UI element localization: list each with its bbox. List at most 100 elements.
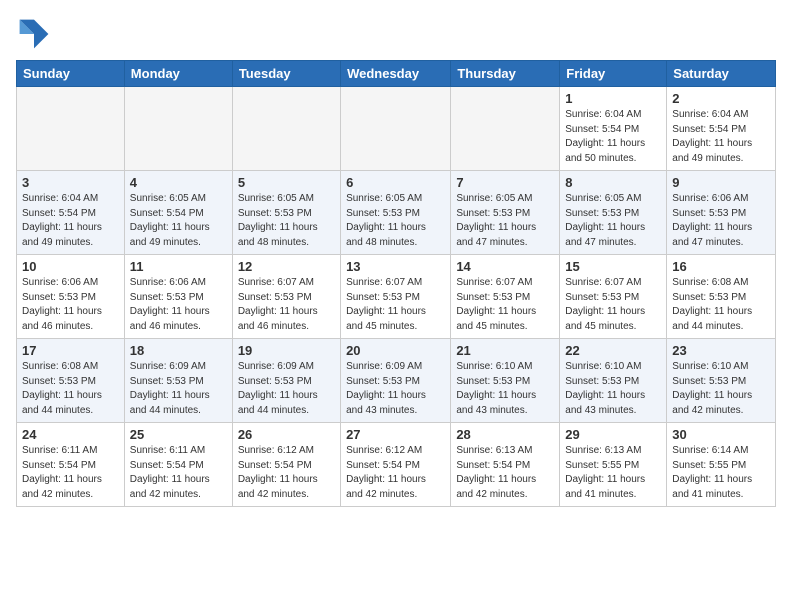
day-info: Sunrise: 6:06 AMSunset: 5:53 PMDaylight:… <box>130 276 227 334</box>
day-number: 8 <box>565 175 661 190</box>
day-info: Sunrise: 6:10 AMSunset: 5:53 PMDaylight:… <box>456 360 554 418</box>
week-row-3: 10 Sunrise: 6:06 AMSunset: 5:53 PMDayligh… <box>17 255 776 339</box>
day-number: 12 <box>238 259 335 274</box>
calendar-cell <box>341 87 451 171</box>
calendar-cell: 2Sunrise: 6:04 AMSunset: 5:54 PMDaylight… <box>667 87 776 171</box>
day-number: 14 <box>456 259 554 274</box>
week-row-5: 24Sunrise: 6:11 AMSunset: 5:54 PMDayligh… <box>17 423 776 507</box>
calendar-cell <box>232 87 340 171</box>
day-number: 11 <box>130 259 227 274</box>
day-info: Sunrise: 6:04 AMSunset: 5:54 PMDaylight:… <box>565 108 661 166</box>
calendar-cell: 13 Sunrise: 6:07 AMSunset: 5:53 PMDayligh… <box>341 255 451 339</box>
day-info: Sunrise: 6:08 AMSunset: 5:53 PMDaylight:… <box>672 276 770 334</box>
calendar-cell: 12 Sunrise: 6:07 AMSunset: 5:53 PMDayligh… <box>232 255 340 339</box>
day-info: Sunrise: 6:09 AMSunset: 5:53 PMDaylight:… <box>238 360 335 418</box>
day-number: 4 <box>130 175 227 190</box>
day-info: Sunrise: 6:07 AMSunset: 5:53 PMDaylight:… <box>346 276 445 334</box>
calendar-cell: 14 Sunrise: 6:07 AMSunset: 5:53 PMDayligh… <box>451 255 560 339</box>
day-info: Sunrise: 6:09 AMSunset: 5:53 PMDaylight:… <box>130 360 227 418</box>
calendar-cell: 22Sunrise: 6:10 AMSunset: 5:53 PMDayligh… <box>560 339 667 423</box>
day-info: Sunrise: 6:07 AMSunset: 5:53 PMDaylight:… <box>456 276 554 334</box>
calendar-cell <box>124 87 232 171</box>
day-info: Sunrise: 6:07 AMSunset: 5:53 PMDaylight:… <box>238 276 335 334</box>
calendar-cell: 4 Sunrise: 6:05 AMSunset: 5:54 PMDaylight… <box>124 171 232 255</box>
day-number: 5 <box>238 175 335 190</box>
day-info: Sunrise: 6:13 AMSunset: 5:54 PMDaylight:… <box>456 444 554 502</box>
day-number: 1 <box>565 91 661 106</box>
day-info: Sunrise: 6:14 AMSunset: 5:55 PMDaylight:… <box>672 444 770 502</box>
day-number: 26 <box>238 427 335 442</box>
page: SundayMondayTuesdayWednesdayThursdayFrid… <box>0 0 792 517</box>
weekday-header-sunday: Sunday <box>17 61 125 87</box>
day-number: 19 <box>238 343 335 358</box>
weekday-header-monday: Monday <box>124 61 232 87</box>
week-row-1: 1 Sunrise: 6:04 AMSunset: 5:54 PMDaylight… <box>17 87 776 171</box>
day-number: 28 <box>456 427 554 442</box>
day-number: 25 <box>130 427 227 442</box>
calendar-cell: 19 Sunrise: 6:09 AMSunset: 5:53 PMDayligh… <box>232 339 340 423</box>
day-info: Sunrise: 6:08 AMSunset: 5:53 PMDaylight:… <box>22 360 119 418</box>
weekday-header-saturday: Saturday <box>667 61 776 87</box>
day-info: Sunrise: 6:12 AMSunset: 5:54 PMDaylight:… <box>238 444 335 502</box>
calendar-cell: 21 Sunrise: 6:10 AMSunset: 5:53 PMDayligh… <box>451 339 560 423</box>
day-info: Sunrise: 6:06 AMSunset: 5:53 PMDaylight:… <box>22 276 119 334</box>
day-info: Sunrise: 6:10 AMSunset: 5:53 PMDaylight:… <box>672 360 770 418</box>
calendar-cell: 10 Sunrise: 6:06 AMSunset: 5:53 PMDayligh… <box>17 255 125 339</box>
day-number: 16 <box>672 259 770 274</box>
calendar-cell: 1 Sunrise: 6:04 AMSunset: 5:54 PMDaylight… <box>560 87 667 171</box>
calendar-cell: 20 Sunrise: 6:09 AMSunset: 5:53 PMDayligh… <box>341 339 451 423</box>
calendar: SundayMondayTuesdayWednesdayThursdayFrid… <box>16 60 776 507</box>
day-info: Sunrise: 6:05 AMSunset: 5:53 PMDaylight:… <box>456 192 554 250</box>
calendar-cell: 17 Sunrise: 6:08 AMSunset: 5:53 PMDayligh… <box>17 339 125 423</box>
weekday-header-tuesday: Tuesday <box>232 61 340 87</box>
day-number: 10 <box>22 259 119 274</box>
calendar-cell: 15 Sunrise: 6:07 AMSunset: 5:53 PMDayligh… <box>560 255 667 339</box>
weekday-header-friday: Friday <box>560 61 667 87</box>
day-number: 3 <box>22 175 119 190</box>
day-info: Sunrise: 6:09 AMSunset: 5:53 PMDaylight:… <box>346 360 445 418</box>
day-info: Sunrise: 6:04 AMSunset: 5:54 PMDaylight:… <box>22 192 119 250</box>
logo <box>16 16 56 52</box>
calendar-cell: 7Sunrise: 6:05 AMSunset: 5:53 PMDaylight… <box>451 171 560 255</box>
day-info: Sunrise: 6:10 AMSunset: 5:53 PMDaylight:… <box>565 360 661 418</box>
calendar-cell <box>451 87 560 171</box>
day-info: Sunrise: 6:05 AMSunset: 5:54 PMDaylight:… <box>130 192 227 250</box>
day-number: 6 <box>346 175 445 190</box>
day-number: 13 <box>346 259 445 274</box>
day-number: 9 <box>672 175 770 190</box>
day-number: 21 <box>456 343 554 358</box>
day-info: Sunrise: 6:05 AMSunset: 5:53 PMDaylight:… <box>346 192 445 250</box>
day-info: Sunrise: 6:05 AMSunset: 5:53 PMDaylight:… <box>565 192 661 250</box>
calendar-cell: 6 Sunrise: 6:05 AMSunset: 5:53 PMDaylight… <box>341 171 451 255</box>
calendar-cell: 3 Sunrise: 6:04 AMSunset: 5:54 PMDaylight… <box>17 171 125 255</box>
day-info: Sunrise: 6:11 AMSunset: 5:54 PMDaylight:… <box>22 444 119 502</box>
calendar-cell: 16 Sunrise: 6:08 AMSunset: 5:53 PMDayligh… <box>667 255 776 339</box>
day-number: 15 <box>565 259 661 274</box>
calendar-cell <box>17 87 125 171</box>
day-number: 29 <box>565 427 661 442</box>
calendar-cell: 30 Sunrise: 6:14 AMSunset: 5:55 PMDayligh… <box>667 423 776 507</box>
day-number: 30 <box>672 427 770 442</box>
calendar-cell: 18 Sunrise: 6:09 AMSunset: 5:53 PMDayligh… <box>124 339 232 423</box>
day-number: 27 <box>346 427 445 442</box>
weekday-header-row: SundayMondayTuesdayWednesdayThursdayFrid… <box>17 61 776 87</box>
day-info: Sunrise: 6:07 AMSunset: 5:53 PMDaylight:… <box>565 276 661 334</box>
week-row-4: 17 Sunrise: 6:08 AMSunset: 5:53 PMDayligh… <box>17 339 776 423</box>
header <box>16 16 776 52</box>
calendar-cell: 29Sunrise: 6:13 AMSunset: 5:55 PMDayligh… <box>560 423 667 507</box>
calendar-cell: 5Sunrise: 6:05 AMSunset: 5:53 PMDaylight… <box>232 171 340 255</box>
logo-icon <box>16 16 52 52</box>
day-info: Sunrise: 6:12 AMSunset: 5:54 PMDaylight:… <box>346 444 445 502</box>
calendar-cell: 27 Sunrise: 6:12 AMSunset: 5:54 PMDayligh… <box>341 423 451 507</box>
day-number: 2 <box>672 91 770 106</box>
day-info: Sunrise: 6:06 AMSunset: 5:53 PMDaylight:… <box>672 192 770 250</box>
calendar-cell: 23Sunrise: 6:10 AMSunset: 5:53 PMDayligh… <box>667 339 776 423</box>
calendar-cell: 25Sunrise: 6:11 AMSunset: 5:54 PMDayligh… <box>124 423 232 507</box>
day-number: 18 <box>130 343 227 358</box>
day-number: 20 <box>346 343 445 358</box>
calendar-cell: 28 Sunrise: 6:13 AMSunset: 5:54 PMDayligh… <box>451 423 560 507</box>
calendar-cell: 24Sunrise: 6:11 AMSunset: 5:54 PMDayligh… <box>17 423 125 507</box>
day-number: 17 <box>22 343 119 358</box>
week-row-2: 3 Sunrise: 6:04 AMSunset: 5:54 PMDaylight… <box>17 171 776 255</box>
calendar-cell: 9 Sunrise: 6:06 AMSunset: 5:53 PMDaylight… <box>667 171 776 255</box>
